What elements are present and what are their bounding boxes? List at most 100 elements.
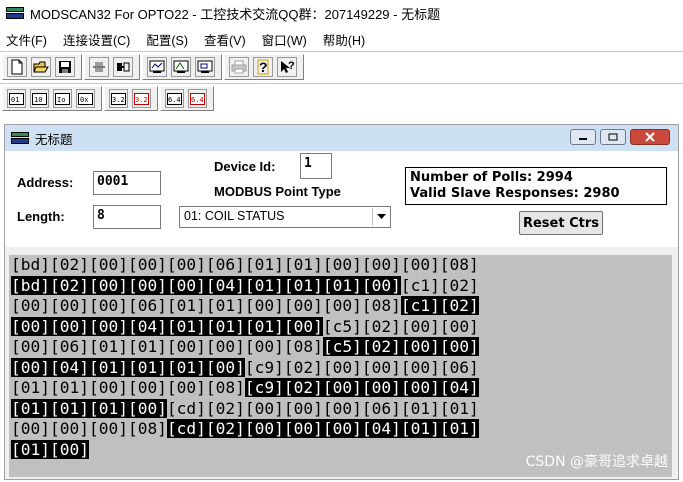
menu-view[interactable]: 查看(V) [204,30,246,49]
watermark: CSDN @豪哥追求卓越 [525,454,668,470]
title-bar: MODSCAN32 For OPTO22 - 工控技术交流QQ群：2071492… [0,0,683,26]
received-bytes: [c9][02][00][00][00][04] [244,378,479,397]
document-icon [11,132,29,144]
svg-text:01: 01 [11,96,19,104]
main-toolbar: ? ? [2,54,306,80]
transmitted-bytes: [cd][02][00][00][00][06][01][01] [166,398,479,418]
minimize-icon [579,138,587,140]
svg-text:?: ? [288,60,295,72]
point-type-value: 01: COIL STATUS [184,209,285,223]
transmitted-bytes: [00][00][00][08] [11,419,167,438]
length-input[interactable]: 8 [93,205,161,229]
write-multiple-button[interactable]: 3.2 [132,89,151,108]
close-button[interactable] [630,129,670,145]
print-icon [231,60,247,74]
context-help-button[interactable]: ? [277,57,297,77]
input-register-button[interactable]: Io [53,89,72,108]
received-bytes: [00][00][00][04][01][01][01][00] [11,316,323,336]
help-icon: ? [257,59,269,75]
traffic-line: [bd][02][00][00][00][04][01][01][01][00]… [9,275,672,297]
menu-setup[interactable]: 配置(S) [146,30,188,49]
print-button[interactable] [229,57,249,77]
save-button[interactable] [55,57,75,77]
close-icon [645,132,655,142]
write-coil-button[interactable]: 6.4 [165,89,184,108]
new-file-button[interactable] [7,57,27,77]
transmitted-bytes: [00][00][00][06][01][01][00][00][00][08] [11,296,401,315]
app-icon [6,7,24,19]
toolbar-group-connect [84,54,140,80]
toolbar-group-file [2,54,82,80]
window-title: MODSCAN32 For OPTO22 - 工控技术交流QQ群：2071492… [30,6,441,22]
holding-register-icon: 0x [78,92,93,105]
transmitted-bytes: [bd][02][00][00][00][06][01][01][00][00]… [11,255,479,274]
valid-slave-responses: Valid Slave Responses: 2980 [410,186,620,201]
coil-status-icon: 01 [9,92,24,105]
display-options-2-button[interactable] [171,57,191,77]
received-bytes: [00][04][01][01][01][00] [11,357,245,377]
menu-divider [0,51,683,52]
dropdown-arrow[interactable] [372,208,389,226]
write-coils-icon: 6.4 [190,92,205,105]
traffic-line: [bd][02][00][00][00][06][01][01][00][00]… [9,255,672,276]
disconnect-icon [117,62,130,72]
help-button[interactable]: ? [253,57,273,77]
svg-text:3.2: 3.2 [135,96,148,104]
new-file-icon [11,59,23,75]
input-status-button[interactable]: 10 [30,89,49,108]
address-input[interactable]: 0001 [93,171,161,195]
menu-file[interactable]: 文件(F) [6,30,47,49]
document-title: 无标题 [35,132,73,147]
svg-text:Io: Io [57,96,65,104]
open-button[interactable] [31,57,51,77]
menu-help[interactable]: 帮助(H) [323,30,365,49]
device-id-label: Device Id: [214,159,276,174]
input-register-icon: Io [55,92,70,105]
svg-text:6.4: 6.4 [191,96,204,104]
transmitted-bytes: [c1][02] [400,275,479,295]
received-bytes: [cd][02][00][00][00][04][01][01] [166,419,479,438]
connect-button[interactable] [89,57,109,77]
write-coil-icon: 6.4 [167,92,182,105]
save-icon [59,61,71,73]
number-of-polls: Number of Polls: 2994 [410,170,573,185]
settings-panel: Address: 0001 Length: 8 Device Id: 1 MOD… [5,151,678,247]
traffic-line: [01][01][00][00][00][08][c9][02][00][00]… [9,378,672,399]
transmitted-bytes: [c9][02][00][00][00][06] [244,357,479,377]
disconnect-button[interactable] [113,57,133,77]
holding-register-button[interactable]: 0x [76,89,95,108]
connect-icon [93,62,105,72]
traffic-line: [00][06][01][01][00][00][00][08][c5][02]… [9,337,672,358]
open-folder-icon [33,61,49,73]
window-controls [566,129,670,145]
maximize-button[interactable] [600,129,626,145]
input-status-icon: 10 [32,92,47,105]
display-options-3-button[interactable] [195,57,215,77]
device-id-input[interactable]: 1 [300,153,332,179]
svg-text:3.2: 3.2 [112,96,125,104]
toolbar-divider [0,83,683,84]
menu-connection[interactable]: 连接设置(C) [63,30,130,49]
write-coils-button[interactable]: 6.4 [188,89,207,108]
toolbar-group-write: 3.2 3.2 [104,86,158,111]
point-type-select[interactable]: 01: COIL STATUS [179,206,391,228]
received-bytes: [01][01][01][00] [11,398,167,418]
received-bytes: [bd][02][00][00][00][04][01][01][01][00] [11,275,401,295]
coil-status-button[interactable]: 01 [7,89,26,108]
write-single-icon: 3.2 [111,92,126,105]
display-options-icon [149,60,165,73]
display-options-2-icon [173,60,189,73]
poll-stats-box: Number of Polls: 2994 Valid Slave Respon… [405,167,667,205]
minimize-button[interactable] [570,129,596,145]
write-single-button[interactable]: 3.2 [109,89,128,108]
maximize-icon [608,133,618,141]
svg-text:10: 10 [34,96,42,104]
length-label: Length: [17,209,65,224]
menu-window[interactable]: 窗口(W) [262,30,307,49]
received-bytes: [c1][02] [400,296,479,315]
document-title-bar[interactable]: 无标题 [5,125,678,151]
write-multiple-icon: 3.2 [134,92,149,105]
reset-counters-button[interactable]: Reset Ctrs [519,211,603,235]
traffic-line: [00][04][01][01][01][00][c9][02][00][00]… [9,357,672,379]
display-options-button[interactable] [147,57,167,77]
